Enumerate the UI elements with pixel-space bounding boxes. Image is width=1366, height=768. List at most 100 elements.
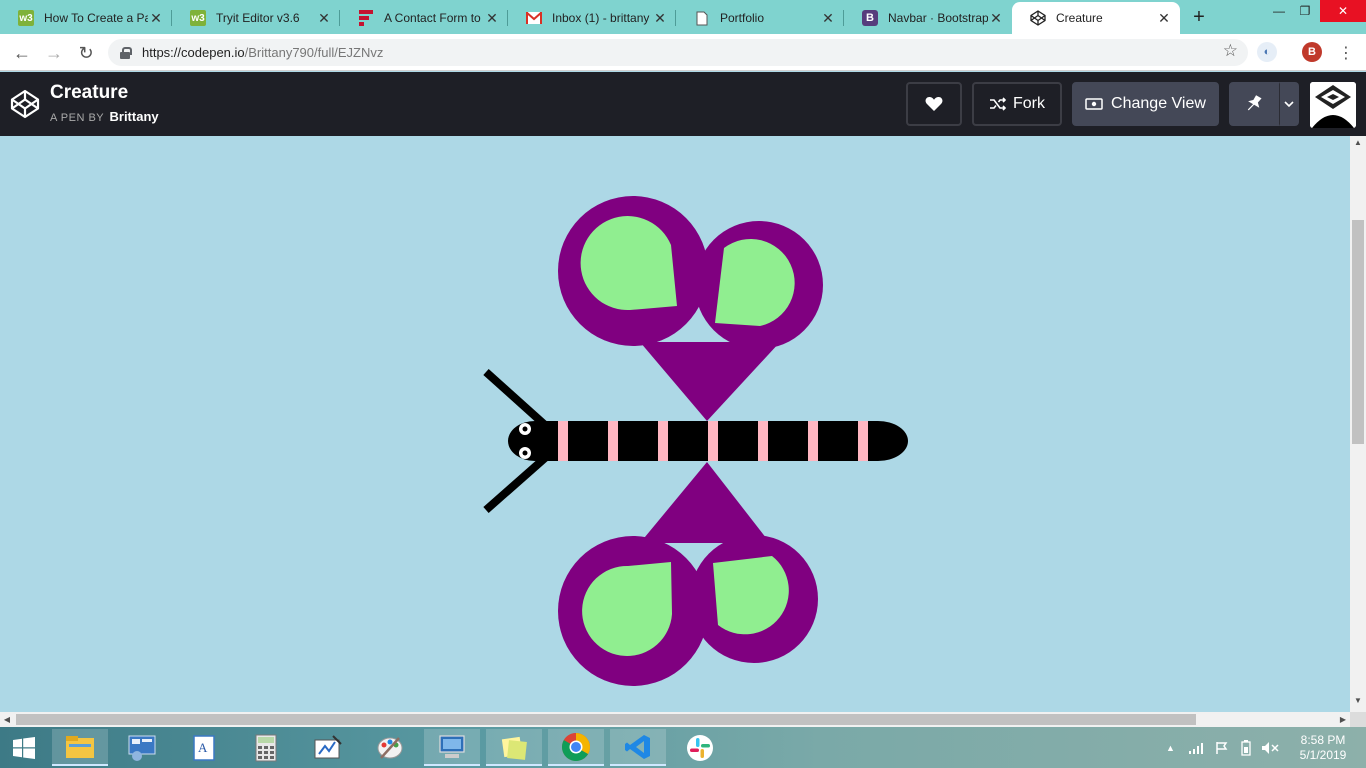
browser-tab[interactable]: A Contact Form to ✕ <box>340 4 508 32</box>
body-stripe <box>808 421 818 461</box>
upper-wings <box>558 196 823 421</box>
scroll-right-icon[interactable]: ▶ <box>1336 712 1350 727</box>
slack-icon[interactable] <box>672 729 728 766</box>
bookmark-star-icon[interactable]: ☆ <box>1223 41 1238 61</box>
codepen-logo-icon[interactable] <box>10 89 40 119</box>
upper-antenna <box>483 369 548 428</box>
user-avatar[interactable] <box>1310 82 1356 128</box>
creature-drawing <box>483 196 908 686</box>
forward-arrow-icon[interactable]: → <box>42 41 66 65</box>
close-tab-icon[interactable]: ✕ <box>652 10 668 27</box>
gmail-icon <box>526 10 542 26</box>
body-stripe <box>558 421 568 461</box>
close-tab-icon[interactable]: ✕ <box>316 10 332 27</box>
profile-avatar[interactable]: B <box>1302 42 1322 62</box>
fork-label: Fork <box>1013 95 1045 112</box>
change-view-button[interactable]: Change View <box>1072 82 1219 126</box>
body-stripe <box>658 421 668 461</box>
vertical-scrollbar[interactable]: ▲ ▼ <box>1350 136 1366 712</box>
vertical-scroll-thumb[interactable] <box>1352 220 1364 444</box>
close-tab-icon[interactable]: ✕ <box>820 10 836 27</box>
horizontal-scrollbar[interactable]: ◀ ▶ <box>0 712 1350 727</box>
file-explorer-icon[interactable] <box>52 729 108 766</box>
flag-icon[interactable] <box>1215 741 1229 755</box>
snipping-icon[interactable] <box>300 729 356 766</box>
author-link[interactable]: Brittany <box>110 109 159 124</box>
windows-taskbar: A ▲ 8:58 PM 5/1/2019 <box>0 727 1366 768</box>
battery-icon[interactable] <box>1241 739 1251 756</box>
back-arrow-icon[interactable]: ← <box>10 41 34 65</box>
tab-title: Inbox (1) - brittany <box>552 11 650 25</box>
clock-time: 8:58 PM <box>1300 733 1346 747</box>
tab-title: Tryit Editor v3.6 <box>216 11 300 25</box>
fork-icon <box>990 97 1007 111</box>
url-host: https://codepen.io <box>142 45 245 60</box>
w3schools-icon: w3 <box>190 10 206 26</box>
url-path: /Brittany790/full/EJZNvz <box>244 45 384 60</box>
fork-button[interactable]: Fork <box>972 82 1062 126</box>
tab-title: Creature <box>1056 11 1103 25</box>
browser-tab-active[interactable]: Creature ✕ <box>1012 2 1180 34</box>
bootstrap-icon: B <box>862 10 878 26</box>
control-panel-icon[interactable] <box>114 729 170 766</box>
tray-overflow-icon[interactable]: ▲ <box>1166 743 1175 753</box>
browser-tab[interactable]: Inbox (1) - brittany ✕ <box>508 4 676 32</box>
tab-title: A Contact Form to <box>384 11 481 25</box>
network-icon[interactable] <box>1188 742 1205 754</box>
close-tab-icon[interactable]: ✕ <box>988 10 1004 27</box>
creature-body <box>508 421 908 461</box>
clock-date: 5/1/2019 <box>1299 748 1347 762</box>
tab-title: Navbar · Bootstrap <box>888 11 988 25</box>
close-tab-icon[interactable]: ✕ <box>484 10 500 27</box>
vscode-icon[interactable] <box>610 729 666 766</box>
paint-icon[interactable] <box>362 729 418 766</box>
close-window-button[interactable]: ✕ <box>1320 0 1366 22</box>
change-view-label: Change View <box>1111 95 1206 112</box>
tab-strip: w3 How To Create a Pa ✕ w3 Tryit Editor … <box>0 0 1366 34</box>
lower-wing-point <box>640 462 770 543</box>
scroll-up-icon[interactable]: ▲ <box>1350 138 1366 152</box>
wordpad-icon[interactable]: A <box>176 729 232 766</box>
scroll-down-icon[interactable]: ▼ <box>1350 696 1366 710</box>
sticky-notes-icon[interactable] <box>486 729 542 766</box>
browser-tab[interactable]: B Navbar · Bootstrap ✕ <box>844 4 1012 32</box>
volume-muted-icon[interactable] <box>1261 741 1279 755</box>
pin-dropdown-button[interactable] <box>1279 82 1299 126</box>
address-bar[interactable]: https://codepen.io/Brittany790/full/EJZN… <box>108 39 1248 66</box>
extension-icon[interactable]: ◐ <box>1257 42 1277 62</box>
close-tab-icon[interactable]: ✕ <box>148 10 164 27</box>
eye-icon <box>1085 98 1103 110</box>
pen-preview <box>0 136 1350 712</box>
horizontal-scroll-thumb[interactable] <box>16 714 1196 725</box>
lower-antenna <box>483 454 548 514</box>
upper-wing-point <box>640 342 780 421</box>
browser-tab[interactable]: w3 How To Create a Pa ✕ <box>0 4 172 32</box>
pin-icon <box>1247 95 1262 111</box>
scroll-left-icon[interactable]: ◀ <box>0 712 14 727</box>
reload-icon[interactable]: ↻ <box>74 41 98 65</box>
pupil <box>522 426 528 432</box>
windows-logo-icon <box>13 736 35 759</box>
pen-byline: A PEN BY Brittany <box>50 109 159 124</box>
lock-icon <box>120 47 132 59</box>
heart-icon <box>925 96 943 111</box>
formstack-icon <box>358 10 374 26</box>
browser-toolbar: ← → ↻ https://codepen.io/Brittany790/ful… <box>0 34 1366 71</box>
remote-desktop-icon[interactable] <box>424 729 480 766</box>
love-button[interactable] <box>906 82 962 126</box>
system-clock[interactable]: 8:58 PM 5/1/2019 <box>1294 733 1352 763</box>
pupil <box>522 450 528 456</box>
svg-text:A: A <box>198 740 208 755</box>
calculator-icon[interactable] <box>238 729 294 766</box>
codepen-icon <box>1030 10 1046 26</box>
pin-button[interactable] <box>1229 82 1279 126</box>
menu-kebab-icon[interactable]: ⋮ <box>1334 41 1358 65</box>
new-tab-button[interactable]: + <box>1188 6 1210 29</box>
browser-tab[interactable]: w3 Tryit Editor v3.6 ✕ <box>172 4 340 32</box>
close-tab-icon[interactable]: ✕ <box>1156 10 1172 27</box>
browser-tab[interactable]: Portfolio ✕ <box>676 4 844 32</box>
lower-wings <box>558 462 818 686</box>
windows-start-button[interactable] <box>0 727 48 768</box>
chrome-icon[interactable] <box>548 729 604 766</box>
system-tray: ▲ <box>1166 727 1279 768</box>
